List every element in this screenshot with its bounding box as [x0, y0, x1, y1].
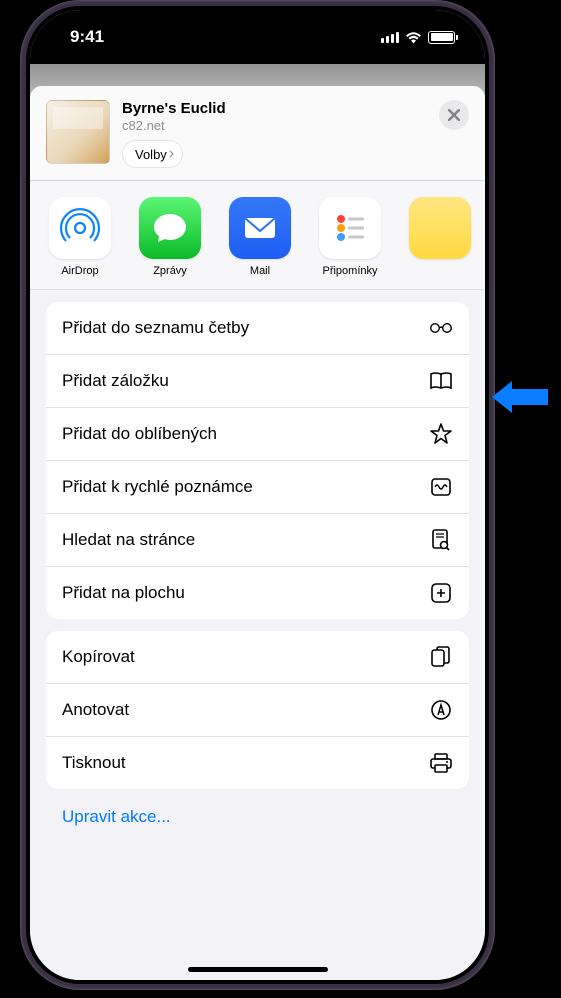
options-label: Volby — [135, 147, 167, 162]
dynamic-island — [193, 20, 323, 58]
status-time: 9:41 — [70, 27, 104, 47]
action-add-to-reading-list[interactable]: Přidat do seznamu četby — [46, 302, 469, 355]
page-url: c82.net — [122, 118, 427, 133]
action-label: Přidat do seznamu četby — [62, 318, 249, 338]
notes-icon — [409, 197, 471, 259]
page-thumbnail — [46, 100, 110, 164]
action-add-to-favorites[interactable]: Přidat do oblíbených — [46, 408, 469, 461]
close-button[interactable] — [439, 100, 469, 130]
page-title: Byrne's Euclid — [122, 100, 427, 117]
action-label: Anotovat — [62, 700, 129, 720]
app-label: Připomínky — [322, 265, 377, 277]
action-find-on-page[interactable]: Hledat na stránce — [46, 514, 469, 567]
close-icon — [448, 109, 460, 121]
cellular-icon — [381, 32, 399, 43]
messages-icon — [139, 197, 201, 259]
action-label: Hledat na stránce — [62, 530, 195, 550]
app-mail[interactable]: Mail — [228, 197, 292, 277]
action-group-2: Kopírovat Anotovat Tisknou — [46, 631, 469, 789]
edit-actions-button[interactable]: Upravit akce... — [46, 801, 469, 841]
wifi-icon — [405, 31, 422, 44]
action-markup[interactable]: Anotovat — [46, 684, 469, 737]
quicknote-icon — [429, 475, 453, 499]
action-group-1: Přidat do seznamu četby Přidat záložku — [46, 302, 469, 619]
book-icon — [429, 369, 453, 393]
action-label: Přidat záložku — [62, 371, 169, 391]
addtohome-icon — [429, 581, 453, 605]
findonpage-icon — [429, 528, 453, 552]
app-label: Zprávy — [153, 265, 187, 277]
markup-icon — [429, 698, 453, 722]
app-label: Mail — [250, 265, 270, 277]
mail-icon — [229, 197, 291, 259]
action-label: Přidat do oblíbených — [62, 424, 217, 444]
action-label: Přidat na plochu — [62, 583, 185, 603]
callout-arrow — [490, 381, 552, 413]
home-indicator[interactable] — [188, 967, 328, 972]
app-messages[interactable]: Zprávy — [138, 197, 202, 277]
actions-list[interactable]: Přidat do seznamu četby Přidat záložku — [30, 290, 485, 980]
glasses-icon — [429, 316, 453, 340]
reminders-icon — [319, 197, 381, 259]
battery-icon — [428, 31, 455, 44]
star-icon — [429, 422, 453, 446]
action-label: Kopírovat — [62, 647, 135, 667]
options-button[interactable]: Volby — [122, 140, 183, 168]
print-icon — [429, 751, 453, 775]
share-sheet: Byrne's Euclid c82.net Volby — [30, 86, 485, 980]
status-indicators — [381, 31, 455, 44]
copy-icon — [429, 645, 453, 669]
app-reminders[interactable]: Připomínky — [318, 197, 382, 277]
action-label: Přidat k rychlé poznámce — [62, 477, 253, 497]
share-apps-row[interactable]: AirDrop Zprávy Mail — [30, 181, 485, 290]
action-label: Tisknout — [62, 753, 126, 773]
action-add-to-home-screen[interactable]: Přidat na plochu — [46, 567, 469, 619]
app-label: AirDrop — [61, 265, 98, 277]
app-notes[interactable] — [408, 197, 472, 277]
share-sheet-header: Byrne's Euclid c82.net Volby — [30, 86, 485, 181]
action-add-to-quick-note[interactable]: Přidat k rychlé poznámce — [46, 461, 469, 514]
app-airdrop[interactable]: AirDrop — [48, 197, 112, 277]
action-add-bookmark[interactable]: Přidat záložku — [46, 355, 469, 408]
airdrop-icon — [49, 197, 111, 259]
action-copy[interactable]: Kopírovat — [46, 631, 469, 684]
action-print[interactable]: Tisknout — [46, 737, 469, 789]
